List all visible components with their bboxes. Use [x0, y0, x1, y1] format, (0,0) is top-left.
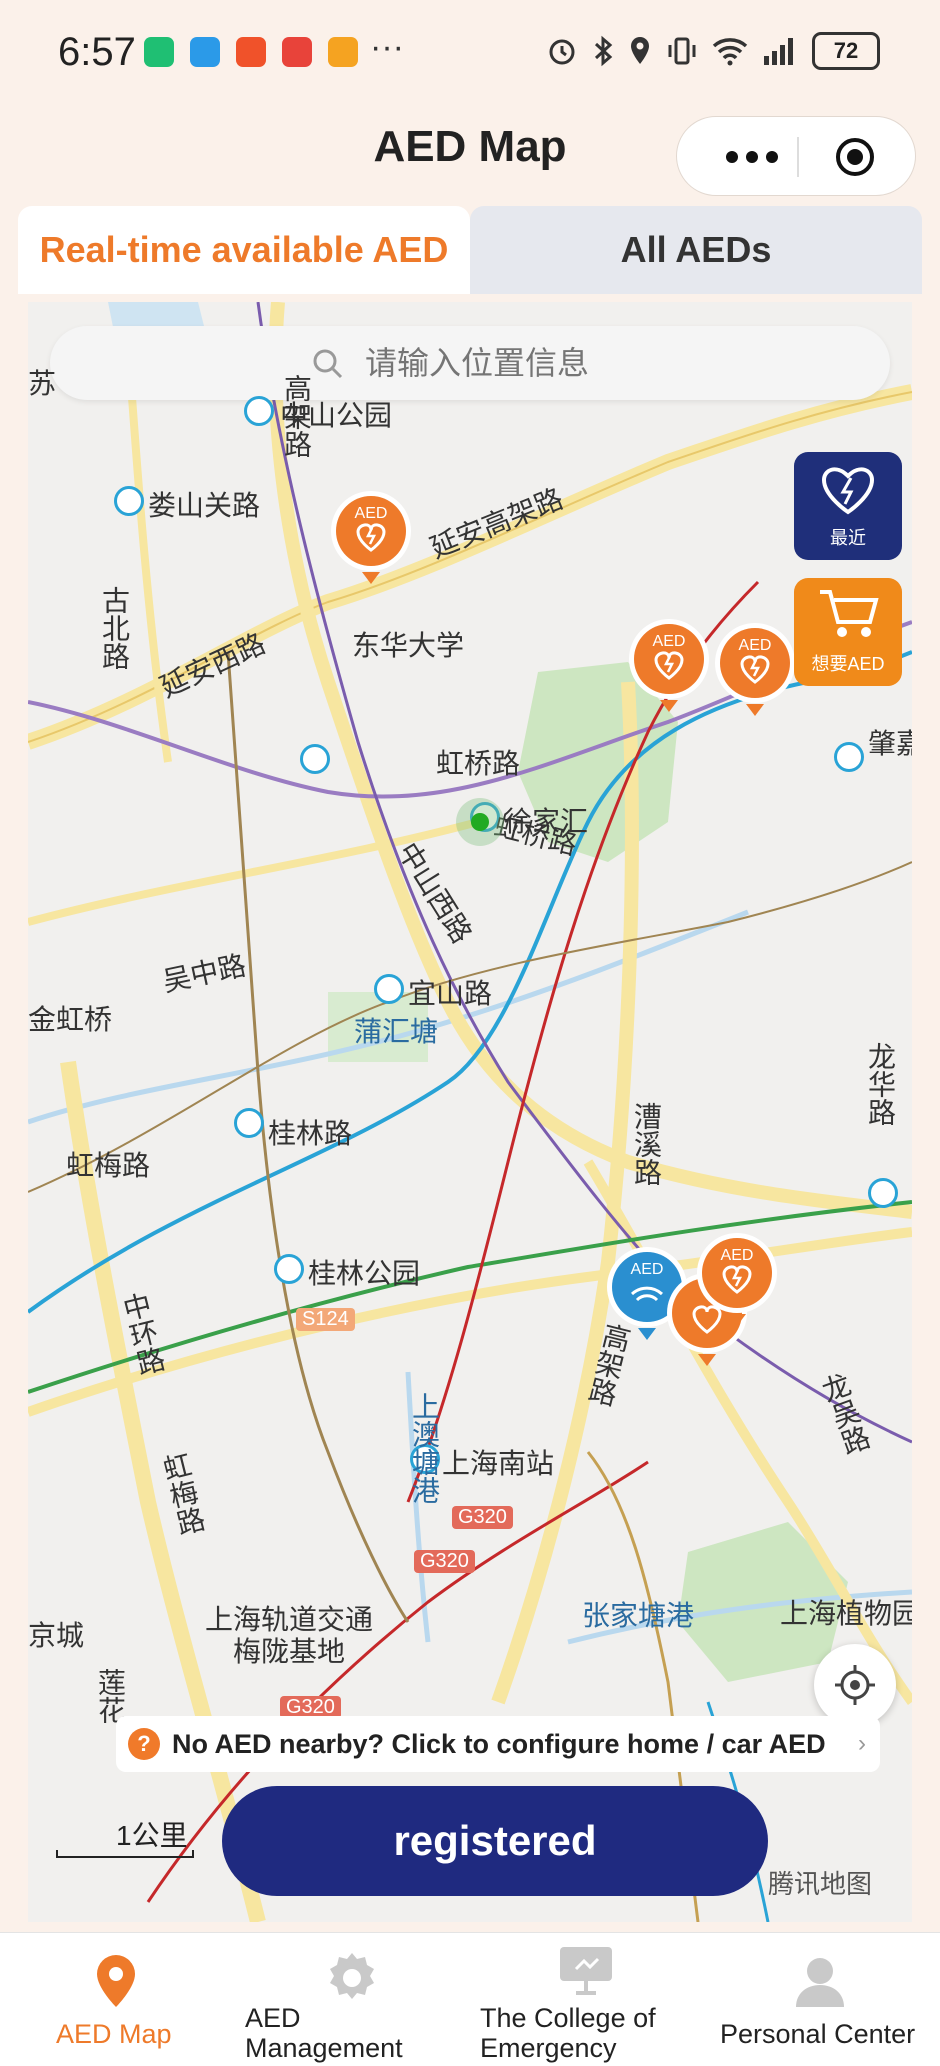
- bottom-nav: AED Map AED Management The College of Em…: [0, 1932, 940, 2066]
- map-label: S124: [296, 1308, 355, 1331]
- map-label: 京城: [28, 1620, 85, 1651]
- gear-icon: [330, 1953, 374, 1999]
- locate-me-button[interactable]: [814, 1644, 896, 1726]
- map-view[interactable]: G318 中山公园 娄山关路 延安高架路 古北路 延安西路 东华大学 虹桥路 虹…: [28, 302, 912, 1922]
- aed-pin-icon[interactable]: AED: [712, 620, 798, 732]
- registered-button[interactable]: registered: [222, 1786, 768, 1896]
- capsule-divider: [797, 137, 799, 177]
- status-indicators: 72: [546, 32, 880, 70]
- map-label: 古北路: [99, 586, 130, 670]
- map-provider-watermark: 腾讯地图: [768, 1869, 873, 1899]
- map-label: 肇嘉: [868, 728, 912, 759]
- app-notification-icon: [236, 37, 266, 67]
- person-icon: [796, 1958, 844, 2007]
- nav-aed-management[interactable]: AED Management: [230, 1933, 450, 2066]
- cart-icon: [820, 590, 879, 637]
- svg-text:AED: AED: [355, 505, 388, 522]
- aed-pin-icon[interactable]: AED: [694, 1230, 780, 1342]
- svg-text:AED: AED: [739, 637, 772, 654]
- map-label: 上海轨道交通梅陇基地: [204, 1604, 373, 1667]
- search-input[interactable]: [365, 326, 865, 400]
- target-close-icon[interactable]: [835, 137, 875, 177]
- map-scale-bar: [56, 1850, 194, 1858]
- map-label: 张家塘港: [582, 1600, 695, 1631]
- recent-aed-button[interactable]: 最近: [794, 452, 902, 560]
- current-location-marker: [456, 798, 504, 846]
- map-pin-icon: [97, 1955, 135, 2007]
- location-icon: [631, 37, 649, 64]
- map-label: 金虹桥: [28, 1004, 113, 1035]
- bluetooth-icon: [594, 35, 613, 67]
- map-label: 蒲汇塘: [354, 1016, 439, 1047]
- status-overflow: ···: [370, 28, 404, 66]
- metro-station-marker: [244, 396, 274, 426]
- app-notification-icon: [144, 37, 174, 67]
- app-notification-icon: [190, 37, 220, 67]
- svg-text:AED: AED: [631, 1261, 664, 1278]
- app-notification-icon: [328, 37, 358, 67]
- status-bar: 6:57 ··· 72: [0, 0, 940, 110]
- nav-personal-center[interactable]: Personal Center: [700, 1933, 940, 2066]
- aed-tabs: Real-time available AED All AEDs: [18, 206, 922, 294]
- map-label: G320: [452, 1506, 513, 1529]
- map-label: 虹梅路: [66, 1150, 151, 1181]
- nav-label: AED Management: [245, 2003, 403, 2063]
- map-label: 娄山关路: [148, 490, 261, 521]
- search-icon: [313, 349, 343, 379]
- svg-text:AED: AED: [721, 1247, 754, 1264]
- tab-all-aeds[interactable]: All AEDs: [470, 206, 922, 294]
- map-label: 上海南站: [442, 1448, 555, 1479]
- svg-text:AED: AED: [653, 633, 686, 650]
- aed-pin-icon[interactable]: AED: [626, 616, 712, 728]
- map-label: 桂林公园: [308, 1258, 421, 1289]
- map-label: 上海植物园: [780, 1598, 912, 1629]
- map-label: 龙华路: [865, 1042, 896, 1126]
- presentation-icon: [560, 1947, 612, 1995]
- metro-station-marker: [300, 744, 330, 774]
- alarm-icon: [549, 39, 575, 65]
- map-label: 东华大学: [352, 630, 465, 661]
- aed-pin-icon[interactable]: AED: [328, 488, 414, 600]
- map-label: 宜山路: [408, 978, 493, 1009]
- nav-label: The College of Emergency: [480, 2003, 656, 2063]
- metro-station-marker: [234, 1108, 264, 1138]
- more-dots-icon[interactable]: [707, 139, 797, 175]
- location-search-bar[interactable]: [50, 326, 890, 400]
- question-icon: ?: [128, 1728, 160, 1760]
- chevron-right-icon: ›: [858, 1730, 866, 1757]
- metro-station-marker: [868, 1178, 898, 1208]
- app-notification-icon: [282, 37, 312, 67]
- signal-icon: [764, 38, 793, 65]
- battery-icon: 72: [812, 32, 880, 70]
- heart-bolt-icon: [821, 467, 875, 515]
- map-label: G320: [414, 1550, 475, 1573]
- map-label: 桂林路: [268, 1118, 353, 1149]
- tab-realtime-aed[interactable]: Real-time available AED: [18, 206, 470, 294]
- nav-label: AED Map: [56, 2019, 172, 2049]
- map-label: 上澳塘港: [409, 1392, 440, 1504]
- map-label: 漕溪路: [631, 1102, 662, 1186]
- map-label: 徐家汇: [504, 806, 589, 837]
- nav-aed-map[interactable]: AED Map: [0, 1933, 230, 2066]
- map-scale-label: 1公里: [116, 1820, 188, 1851]
- metro-station-marker: [374, 974, 404, 1004]
- map-label: 苏: [28, 368, 57, 399]
- want-aed-button[interactable]: 想要AED: [794, 578, 902, 686]
- recent-label: 最近: [830, 528, 866, 548]
- metro-station-marker: [834, 742, 864, 772]
- configure-aed-notice[interactable]: ? No AED nearby? Click to configure home…: [116, 1716, 880, 1772]
- map-label: 高架路: [281, 374, 312, 458]
- vibrate-icon: [668, 37, 696, 65]
- metro-station-marker: [114, 486, 144, 516]
- crosshair-icon: [835, 1665, 875, 1705]
- metro-station-marker: [274, 1254, 304, 1284]
- map-label: 虹桥路: [436, 748, 521, 779]
- wifi-icon: [712, 38, 748, 66]
- mini-program-capsule: [676, 116, 916, 196]
- want-aed-label: 想要AED: [811, 654, 885, 674]
- nav-label: Personal Center: [720, 2019, 916, 2049]
- nav-college-of-emergency[interactable]: The College of Emergency: [450, 1933, 700, 2066]
- notice-text: No AED nearby? Click to configure home /…: [172, 1728, 826, 1759]
- status-time: 6:57: [58, 30, 136, 74]
